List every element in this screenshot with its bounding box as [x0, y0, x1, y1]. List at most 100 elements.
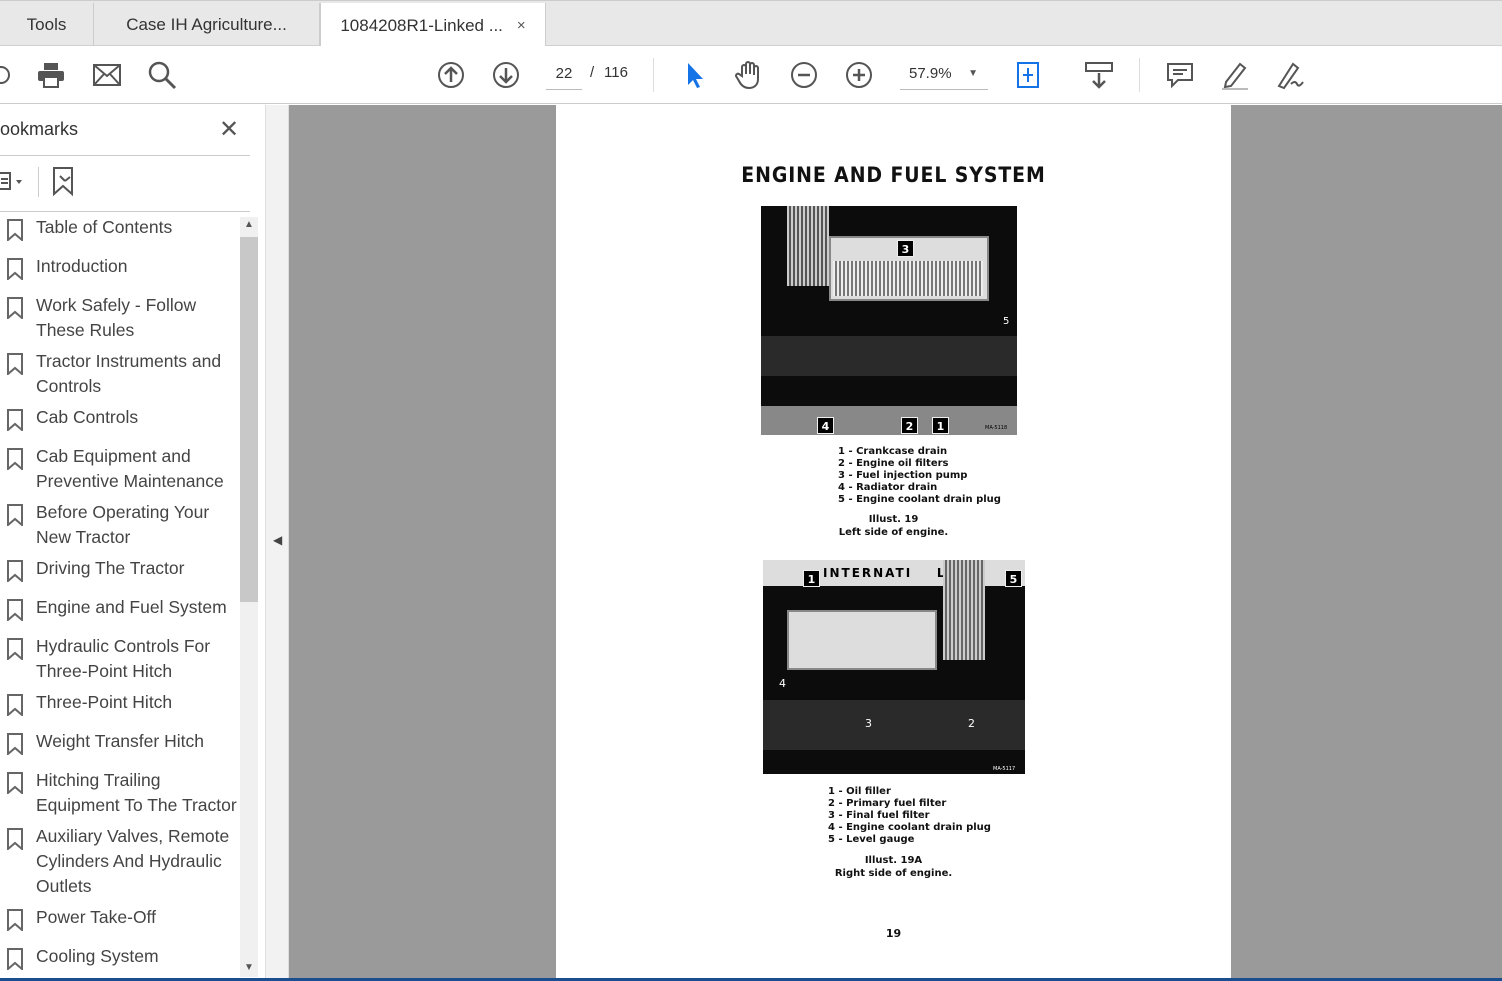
- legend-item: 1 - Crankcase drain: [838, 446, 948, 457]
- tab-label: Case IH Agriculture...: [126, 15, 287, 34]
- bookmarks-panel: ookmarks ✕ Table of Contents Introduction…: [0, 105, 266, 981]
- panel-title: ookmarks: [0, 119, 79, 139]
- divider: [0, 211, 250, 212]
- divider: [38, 167, 39, 197]
- callout-label: 4: [817, 417, 834, 434]
- bookmark-label: Cab Controls: [36, 407, 139, 427]
- engine-left-photo: 3 5 4 2 1 MA-5118: [761, 206, 1017, 435]
- select-tool-icon[interactable]: [680, 60, 710, 90]
- tractor-emblem-text: INTERNATI L: [823, 566, 947, 580]
- page-number: 19: [885, 927, 902, 940]
- page-heading: ENGINE AND FUEL SYSTEM: [741, 163, 1046, 187]
- bookmark-label: Driving The Tractor: [36, 558, 185, 578]
- collapse-arrow-icon[interactable]: ◀: [273, 533, 282, 547]
- engine-right-photo: INTERNATI L 1 5 4 3 2 MA-5117: [763, 560, 1025, 774]
- comment-icon[interactable]: [1165, 60, 1195, 90]
- zoom-level-dropdown[interactable]: 57.9% ▼: [900, 58, 988, 90]
- figure-subcaption: Left side of engine.: [838, 527, 949, 538]
- callout-label: 4: [779, 677, 786, 690]
- new-bookmark-icon[interactable]: [52, 167, 80, 202]
- highlight-pen-icon[interactable]: [1220, 60, 1250, 90]
- print-icon[interactable]: [36, 60, 66, 90]
- close-tab-icon[interactable]: ×: [517, 17, 526, 34]
- bookmark-icon: [7, 638, 23, 660]
- previous-page-button[interactable]: [436, 60, 466, 90]
- email-icon[interactable]: [92, 60, 122, 90]
- bookmark-label: Hitching Trailing Equipment To The Tract…: [36, 770, 237, 815]
- bookmark-label: Engine and Fuel System: [36, 597, 227, 617]
- callout-label: 2: [968, 717, 975, 730]
- callout-label: 5: [1003, 316, 1010, 327]
- close-panel-button[interactable]: ✕: [219, 115, 239, 144]
- bookmark-label: Power Take-Off: [36, 907, 156, 927]
- tab-case-ih[interactable]: Case IH Agriculture...: [94, 3, 320, 47]
- collapse-panel-handle[interactable]: ◀: [266, 105, 289, 981]
- bookmark-label: Introduction: [36, 256, 128, 276]
- zoom-out-button[interactable]: [789, 60, 819, 90]
- figure-subcaption: Right side of engine.: [834, 868, 953, 879]
- illust-19-legend: 1 - Crankcase drain 2 - Engine oil filter…: [838, 446, 1001, 506]
- zoom-in-button[interactable]: [844, 60, 874, 90]
- fit-page-icon[interactable]: [1014, 60, 1044, 90]
- bookmark-icon: [7, 297, 23, 319]
- options-menu-icon[interactable]: [0, 169, 30, 200]
- bookmark-label: Tractor Instruments and Controls: [36, 351, 222, 396]
- figure-caption: Illust. 19: [868, 514, 919, 525]
- bookmark-icon: [7, 504, 23, 526]
- callout-label: 3: [897, 240, 914, 257]
- figure-caption: Illust. 19A: [864, 855, 923, 866]
- divider: [653, 58, 654, 92]
- bookmark-icon: [7, 258, 23, 280]
- callout-label: 1: [803, 570, 820, 587]
- bookmark-label: Cooling System: [36, 946, 159, 966]
- legend-item: 4 - Radiator drain: [838, 482, 938, 493]
- callout-label: 1: [932, 417, 949, 434]
- scroll-mode-icon[interactable]: [1084, 60, 1114, 90]
- tab-document[interactable]: 1084208R1-Linked ... ×: [320, 3, 546, 48]
- sign-icon[interactable]: [1275, 60, 1305, 90]
- scroll-down-icon[interactable]: ▼: [244, 962, 254, 973]
- bookmark-label: Work Safely - Follow These Rules: [36, 295, 197, 340]
- callout-label: 3: [865, 717, 872, 730]
- tab-bar: Tools Case IH Agriculture... 1084208R1-L…: [0, 0, 1502, 48]
- figure-code: MA-5118: [985, 425, 1008, 431]
- figure-code: MA-5117: [993, 766, 1016, 772]
- pdf-page: ENGINE AND FUEL SYSTEM 3 5 4 2 1 MA-5118…: [556, 105, 1231, 981]
- legend-item: 3 - Fuel injection pump: [838, 470, 968, 481]
- next-page-button[interactable]: [491, 60, 521, 90]
- bookmark-icon: [7, 448, 23, 470]
- bookmark-label: Three-Point Hitch: [36, 692, 173, 712]
- scroll-up-icon[interactable]: ▲: [244, 219, 254, 230]
- bookmark-icon: [7, 353, 23, 375]
- tab-label: Tools: [26, 15, 67, 34]
- legend-item: 2 - Engine oil filters: [838, 458, 949, 469]
- bookmark-label: Hydraulic Controls For Three-Point Hitch: [36, 636, 211, 681]
- scrollbar-thumb[interactable]: [240, 237, 258, 602]
- bookmark-icon: [7, 828, 23, 850]
- tab-tools[interactable]: Tools: [0, 3, 94, 47]
- legend-item: 5 - Level gauge: [828, 834, 915, 845]
- upload-icon[interactable]: [0, 60, 16, 90]
- legend-item: 3 - Final fuel filter: [828, 810, 930, 821]
- tab-label: 1084208R1-Linked ...: [340, 15, 503, 35]
- bookmark-icon: [7, 772, 23, 794]
- bookmark-icon: [7, 909, 23, 931]
- bookmark-icon: [7, 599, 23, 621]
- callout-label: 2: [901, 417, 918, 434]
- bookmark-icon: [7, 409, 23, 431]
- page-number-input[interactable]: 22: [546, 58, 582, 90]
- bookmark-icon: [7, 219, 23, 241]
- scrollbar[interactable]: ▲ ▼: [240, 217, 258, 977]
- bookmark-label: Auxiliary Valves, Remote Cylinders And H…: [36, 826, 230, 896]
- toolbar: 22 / 116 57.9% ▼: [0, 46, 1502, 104]
- callout-label: 5: [1005, 570, 1022, 587]
- hand-tool-icon[interactable]: [734, 60, 764, 90]
- bookmark-label: Cab Equipment and Preventive Maintenance: [36, 446, 224, 491]
- legend-item: 1 - Oil filler: [828, 786, 891, 797]
- search-icon[interactable]: [147, 60, 177, 90]
- bookmark-icon: [7, 733, 23, 755]
- page-total: 116: [604, 64, 628, 81]
- bookmark-icon: [7, 948, 23, 970]
- bookmark-label: Weight Transfer Hitch: [36, 731, 204, 751]
- legend-item: 2 - Primary fuel filter: [828, 798, 947, 809]
